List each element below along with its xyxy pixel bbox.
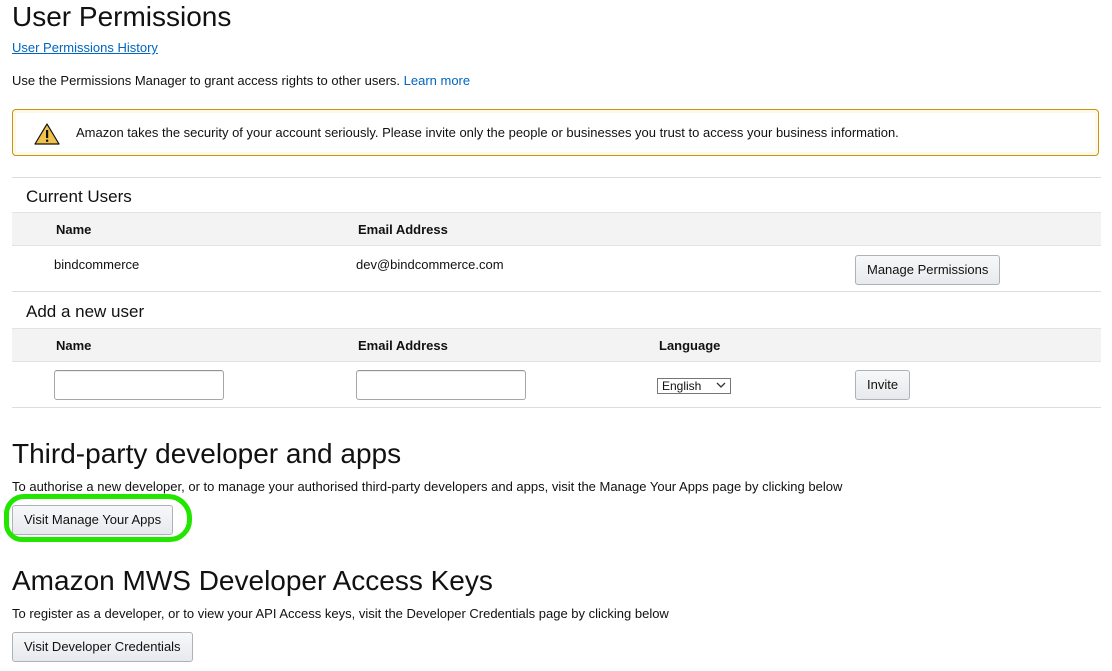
mws-heading: Amazon MWS Developer Access Keys: [12, 565, 493, 596]
security-alert: Amazon takes the security of your accoun…: [12, 109, 1099, 156]
new-user-name-input[interactable]: [54, 370, 224, 400]
column-header-name: Name: [56, 338, 92, 353]
visit-manage-your-apps-button[interactable]: Visit Manage Your Apps: [12, 505, 174, 535]
user-permissions-page: User Permissions User Permissions Histor…: [0, 0, 1112, 671]
manage-permissions-button[interactable]: Manage Permissions: [855, 255, 1001, 285]
chevron-down-icon: [716, 382, 726, 388]
current-users-table-header: Name Email Address: [12, 212, 1101, 246]
third-party-description: To authorise a new developer, or to mana…: [12, 479, 843, 494]
alert-text: Amazon takes the security of your accoun…: [76, 125, 899, 140]
intro-paragraph: Use the Permissions Manager to grant acc…: [12, 73, 470, 88]
add-user-table-header: Name Email Address Language: [12, 328, 1101, 362]
column-header-email: Email Address: [358, 338, 448, 353]
user-email-cell: dev@bindcommerce.com: [356, 257, 504, 272]
learn-more-link[interactable]: Learn more: [404, 73, 470, 88]
column-header-email: Email Address: [358, 222, 448, 237]
add-user-section: Add a new user Name Email Address Langua…: [12, 291, 1101, 408]
third-party-heading: Third-party developer and apps: [12, 438, 402, 469]
intro-text: Use the Permissions Manager to grant acc…: [12, 73, 401, 88]
add-user-title: Add a new user: [26, 302, 145, 321]
page-title: User Permissions: [12, 1, 232, 32]
visit-developer-credentials-button[interactable]: Visit Developer Credentials: [12, 632, 193, 662]
warning-icon: [34, 123, 60, 145]
language-select[interactable]: English: [657, 378, 731, 394]
new-user-email-input[interactable]: [356, 370, 526, 400]
current-users-title: Current Users: [26, 187, 132, 206]
user-permissions-history-link[interactable]: User Permissions History: [12, 40, 158, 55]
user-name-cell: bindcommerce: [54, 257, 140, 272]
current-users-section: Current Users Name Email Address bindcom…: [12, 177, 1101, 292]
mws-description: To register as a developer, or to view y…: [12, 606, 669, 621]
language-selected-value: English: [662, 379, 702, 393]
column-header-language: Language: [659, 338, 721, 353]
column-header-name: Name: [56, 222, 92, 237]
invite-button[interactable]: Invite: [855, 370, 911, 400]
